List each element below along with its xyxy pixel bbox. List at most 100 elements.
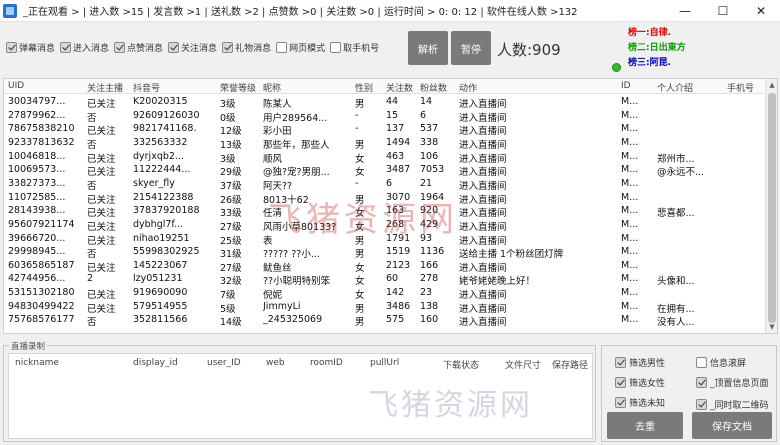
table-row[interactable]: 33827373... 否 skyer_fly 37级 阿天?? -6 21 进入直播间 M..… — [4, 177, 764, 192]
column-header[interactable]: UID — [8, 81, 24, 91]
col-user-id[interactable]: user_ID — [207, 358, 241, 368]
table-row[interactable]: 75768576177 否 352811566 14级 _245325069 男 575 16… — [4, 313, 764, 329]
option-pin-info-page[interactable]: _顶置信息页面 — [696, 376, 769, 389]
checkbox-icon[interactable] — [222, 42, 234, 53]
col-pull-url[interactable]: pullUrl — [370, 358, 399, 368]
table-cell: 3487 — [386, 164, 411, 176]
table-cell: - — [355, 109, 359, 121]
checkbox-icon[interactable] — [696, 357, 707, 368]
table-cell: 30034797... — [8, 96, 66, 107]
checkbox-icon[interactable] — [276, 42, 288, 53]
option-filter-female[interactable]: 筛选女性 — [615, 376, 665, 389]
col-download-status[interactable]: 下载状态 — [443, 358, 479, 371]
column-header[interactable]: ID — [621, 81, 631, 91]
column-header[interactable]: 昵称 — [263, 81, 281, 94]
checkbox-icon[interactable] — [330, 42, 342, 53]
table-row[interactable]: 42744956... 2 lzy051231 32级 ??小聪明特别笨女 60 278 姥爷… — [4, 272, 764, 287]
column-header[interactable]: 关注主播 — [87, 81, 123, 94]
parse-button[interactable]: 解析 — [408, 31, 448, 65]
table-row[interactable]: 94830499422 已关注 579514955 5级 JimmyLi 男 3486 138… — [4, 300, 764, 315]
maximize-button[interactable]: ☐ — [704, 0, 742, 22]
table-cell: 145223067 — [133, 259, 188, 271]
table-row[interactable]: 29998945... 否 55998302925 31级????? ??小... 男 1… — [4, 245, 764, 260]
checkbox-icon[interactable] — [114, 42, 126, 53]
minimize-button[interactable]: — — [666, 0, 704, 22]
table-row[interactable]: 10046818... 已关注 dyrjxqb2... 3级 顺风女 463 106 进入直播… — [4, 150, 764, 165]
filter-gift[interactable]: 礼物消息 — [222, 41, 271, 54]
table-cell: M... — [621, 123, 639, 135]
col-save-path[interactable]: 保存路径 — [552, 358, 588, 371]
pause-button[interactable]: 暂停 — [451, 31, 491, 65]
col-display-id[interactable]: display_id — [133, 358, 178, 368]
table-cell: 男 — [355, 317, 365, 329]
table-cell: M... — [621, 205, 639, 217]
checkbox-icon[interactable] — [6, 42, 17, 53]
table-cell: 没有人... — [657, 317, 695, 329]
table-cell: nihao19251 — [133, 232, 190, 244]
table-row[interactable]: 60365865187 已关注 145223067 27级 鱿鱼丝女 2123 166 进入直… — [4, 259, 764, 274]
table-cell: - — [355, 123, 359, 135]
filter-like[interactable]: 点赞消息 — [114, 41, 163, 54]
table-cell: 14 — [420, 96, 433, 107]
col-file-size[interactable]: 文件尺寸 — [505, 358, 541, 371]
option-get-qrcode[interactable]: _同时取二维码 — [696, 398, 769, 411]
checkbox-icon[interactable] — [696, 377, 707, 388]
table-cell: 92609126030 — [133, 109, 200, 121]
column-header[interactable]: 动作 — [459, 81, 477, 94]
checkbox-icon[interactable] — [615, 397, 626, 408]
table-cell: 6 — [420, 109, 427, 121]
checkbox-icon[interactable] — [696, 399, 707, 410]
column-header[interactable]: 性别 — [355, 81, 373, 94]
filter-web-mode[interactable]: 网页模式 — [276, 41, 325, 54]
table-cell: 92337813632 — [8, 136, 75, 148]
table-cell: 1136 — [420, 246, 445, 258]
col-nickname[interactable]: nickname — [15, 358, 59, 368]
table-cell: 53151302180 — [8, 287, 75, 299]
table-cell: 37837920188 — [133, 205, 200, 217]
filter-follow[interactable]: 关注消息 — [168, 41, 217, 54]
table-row[interactable]: 78675838210 已关注 9821741168. 12级 彩小田 -137 537 进入… — [4, 122, 764, 137]
close-button[interactable]: ✕ — [742, 0, 780, 22]
table-cell: 138 — [420, 300, 439, 312]
table-cell: dyrjxqb2... — [133, 150, 184, 162]
vertical-scrollbar[interactable]: ▲ ▼ — [765, 79, 777, 333]
table-row[interactable]: 27879962... 否 92609126030 0级 用户289564... -15 6… — [4, 109, 764, 124]
save-document-button[interactable]: 保存文档 — [692, 412, 772, 439]
scroll-up-icon[interactable]: ▲ — [766, 79, 777, 91]
checkbox-icon[interactable] — [615, 377, 626, 388]
col-web[interactable]: web — [266, 358, 285, 368]
filter-enter[interactable]: 进入消息 — [60, 41, 109, 54]
table-cell: 进入直播间 — [459, 317, 507, 329]
column-header[interactable]: 关注数 — [386, 81, 413, 94]
table-cell: K20020315 — [133, 96, 188, 107]
watermark: 飞猪资源网 — [268, 200, 458, 240]
col-room-id[interactable]: roomID — [310, 358, 343, 368]
table-cell: JimmyLi — [263, 300, 301, 312]
column-header[interactable]: 抖音号 — [133, 81, 160, 94]
checkbox-icon[interactable] — [615, 357, 626, 368]
table-cell: 2 — [87, 273, 94, 285]
option-filter-male[interactable]: 筛选男性 — [615, 356, 665, 369]
column-header[interactable]: 手机号 — [727, 81, 754, 94]
filter-danmu[interactable]: 弹幕消息 — [6, 41, 55, 54]
checkbox-icon[interactable] — [60, 42, 72, 53]
dedupe-button[interactable]: 去重 — [607, 412, 683, 439]
checkbox-icon[interactable] — [168, 42, 180, 53]
table-row[interactable]: 92337813632 否 332563332 13级 那些年，那些人男 1494 338 进… — [4, 136, 764, 151]
table-row[interactable]: 53151302180 已关注 919690090 7级 倪妮女 142 23 进入直播间 M.… — [4, 286, 764, 301]
rank-3: 榜三:阿昆. — [628, 58, 672, 68]
filter-phone[interactable]: 取手机号 — [330, 41, 379, 54]
table-row[interactable]: 30034797... 已关注 K20020315 3级 陈某人男 44 14 进入直播间 M.… — [4, 95, 764, 110]
table-cell: 2123 — [386, 259, 411, 271]
option-filter-unknown[interactable]: 筛选未知 — [615, 396, 665, 409]
scroll-down-icon[interactable]: ▼ — [766, 321, 777, 333]
table-cell: 60365865187 — [8, 259, 75, 271]
table-row[interactable]: 10069573... 已关注 11222444... 29级 @独?宠?男朋... 女 3… — [4, 163, 764, 178]
column-header[interactable]: 粉丝数 — [420, 81, 447, 94]
option-scroll-info[interactable]: 信息滚屏 — [696, 356, 746, 369]
column-header[interactable]: 荣誉等级 — [220, 81, 256, 94]
table-cell: M... — [621, 164, 639, 176]
scroll-thumb[interactable] — [768, 93, 776, 323]
column-header[interactable]: 个人介绍 — [657, 81, 693, 94]
table-cell: 537 — [420, 123, 439, 135]
